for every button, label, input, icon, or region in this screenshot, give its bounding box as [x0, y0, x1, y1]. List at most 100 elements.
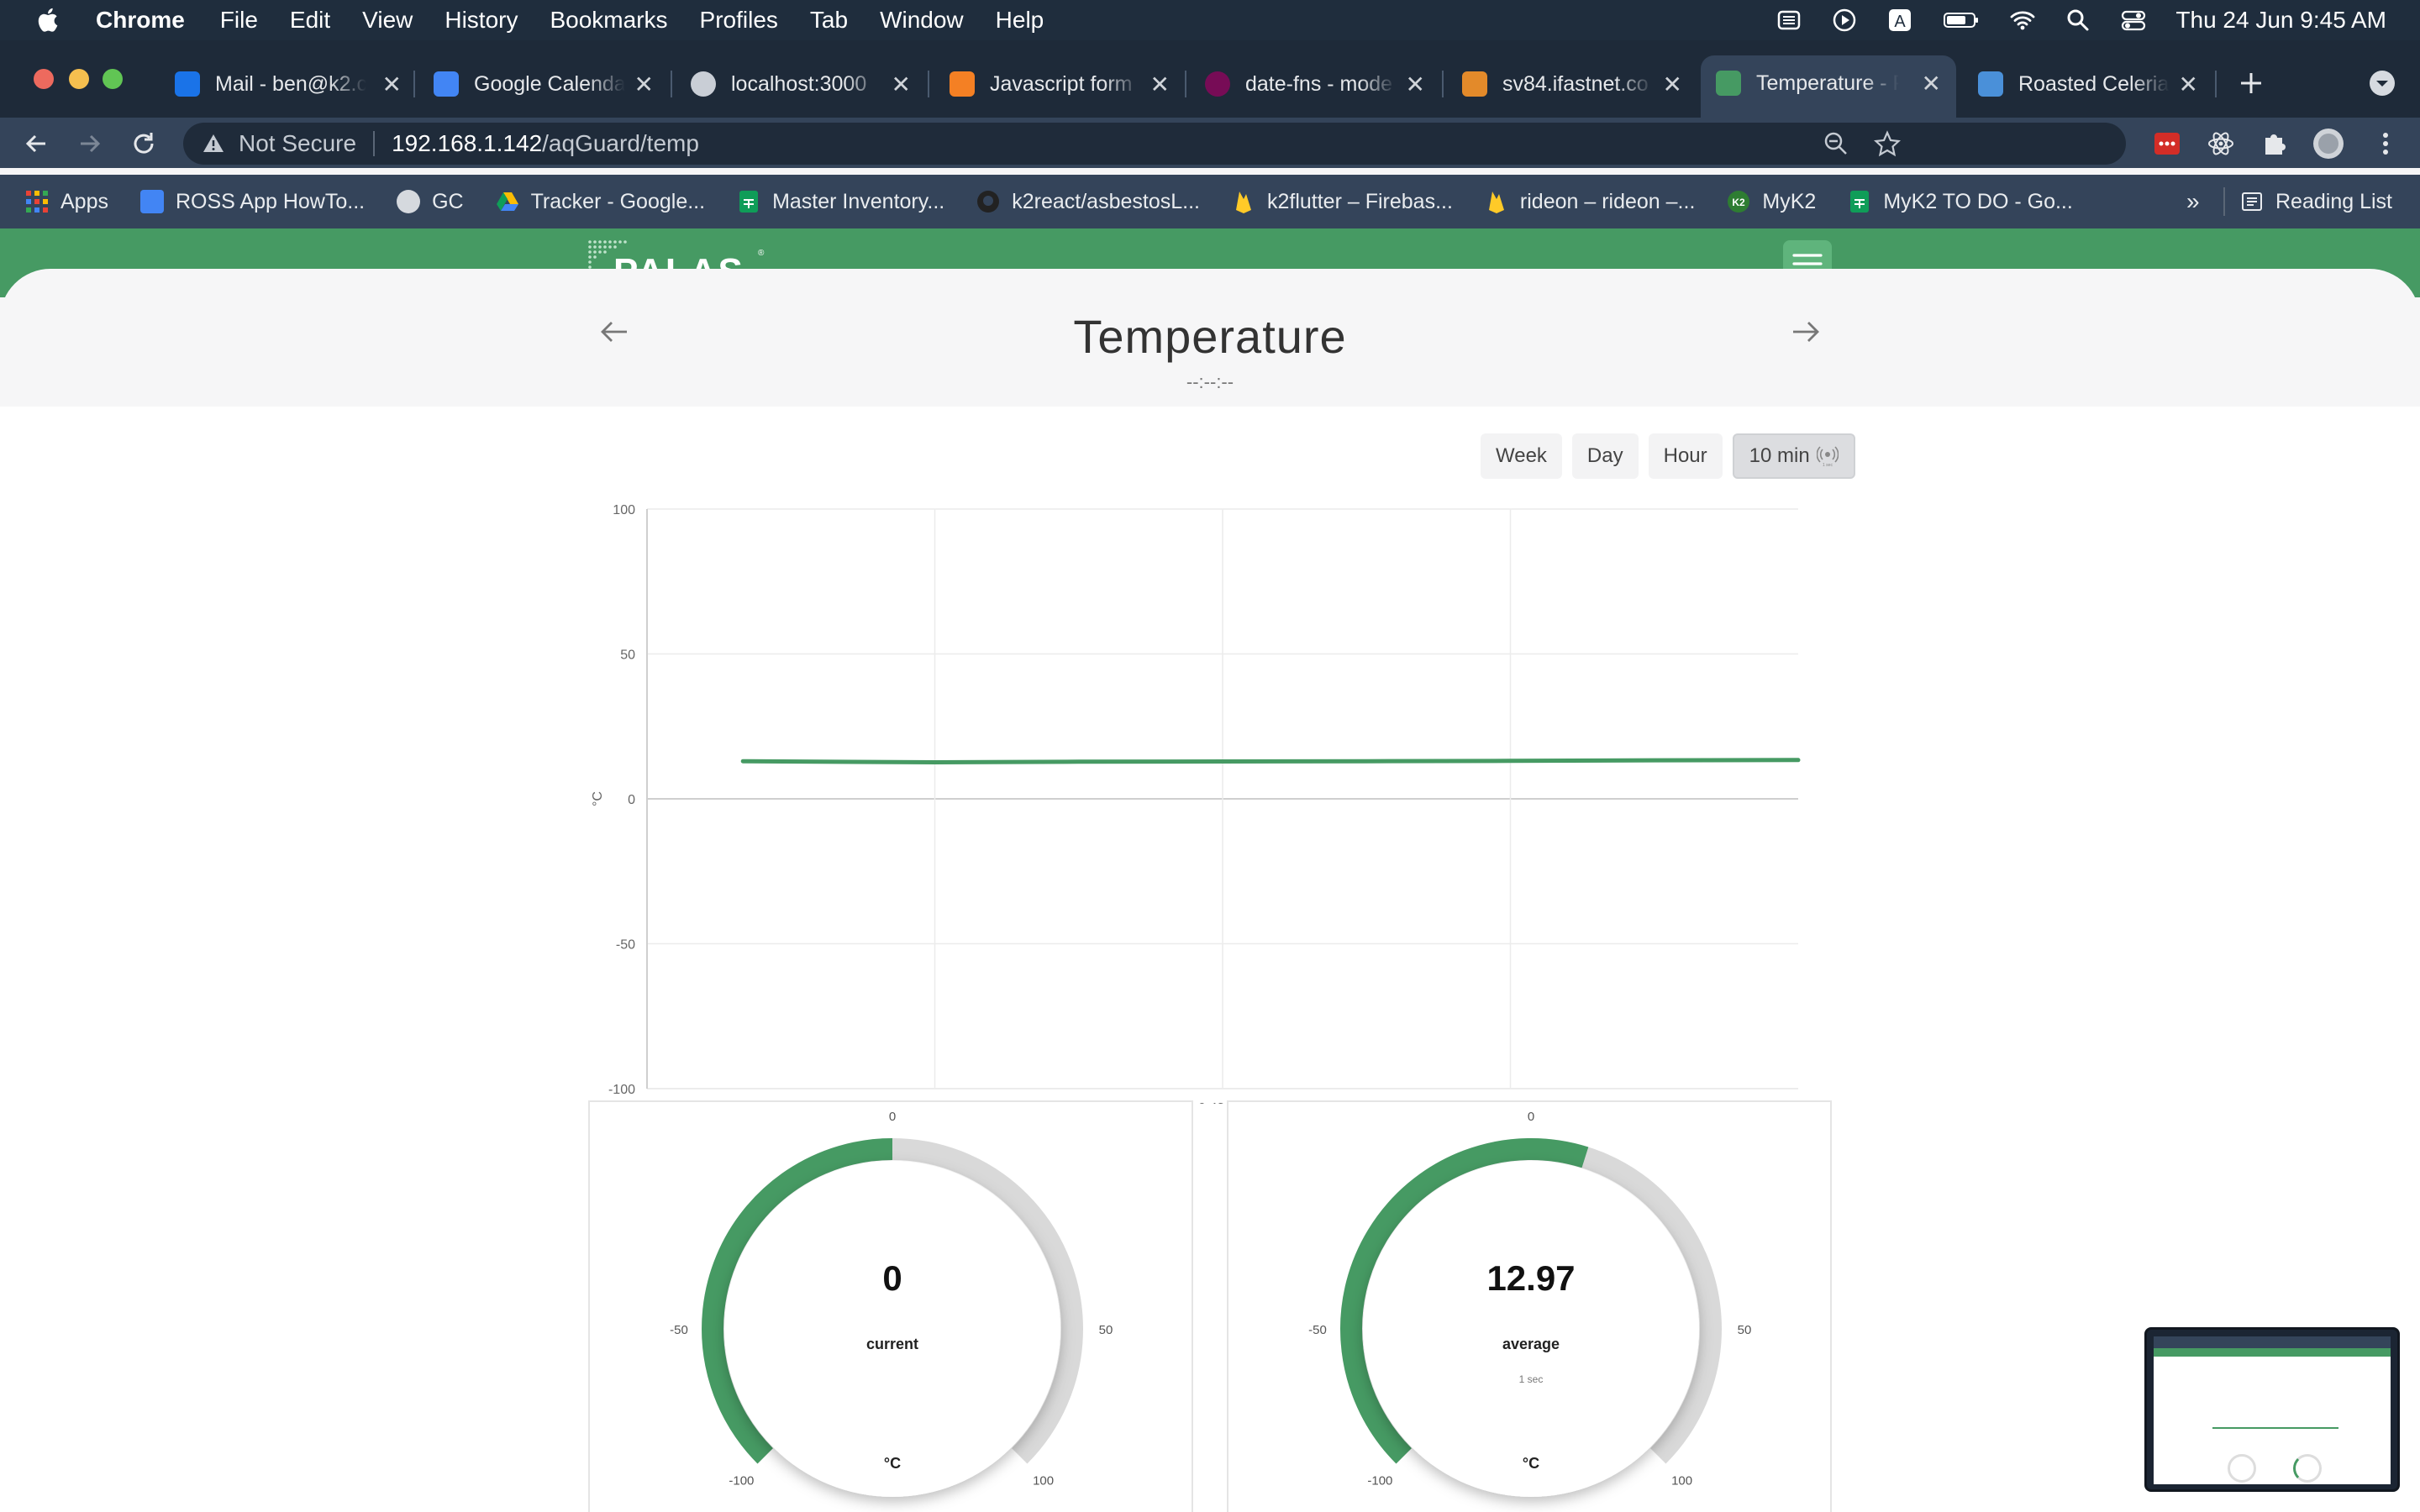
gauge-dial-face [1363, 1161, 1699, 1497]
tab-separator [413, 71, 415, 97]
tab-close-icon[interactable]: ✕ [892, 71, 911, 98]
tab-localhost[interactable]: localhost:3000 ✕ [691, 60, 911, 108]
tab-roasted-celeriac[interactable]: Roasted Celeria ✕ [1978, 60, 2198, 108]
tab-ifastnet[interactable]: sv84.ifastnet.co ✕ [1462, 60, 1682, 108]
chrome-menu-kebab-icon[interactable] [2371, 129, 2400, 158]
temperature-series-line [740, 758, 1801, 765]
bookmark-k2flutter[interactable]: k2flutter – Firebas... [1232, 190, 1453, 214]
bookmark-label: rideon – rideon –... [1519, 189, 1696, 213]
menu-history[interactable]: History [445, 7, 518, 34]
bookmark-k2react[interactable]: k2react/asbestosL... [976, 190, 1200, 214]
bookmark-label: ROSS App HowTo... [175, 189, 366, 213]
reading-list-button[interactable]: Reading List [2240, 190, 2392, 214]
tab-close-icon[interactable]: ✕ [1922, 70, 1941, 97]
url-path[interactable]: /aqGuard/temp [542, 130, 699, 157]
bookmark-master-inventory[interactable]: Master Inventory... [737, 190, 944, 214]
menu-app-chrome[interactable]: Chrome [96, 7, 185, 34]
tab-close-icon[interactable]: ✕ [382, 71, 402, 98]
tab-close-icon[interactable]: ✕ [634, 71, 654, 98]
back-arrow-icon[interactable] [22, 129, 50, 158]
bookmark-rideon[interactable]: rideon – rideon –... [1485, 190, 1695, 214]
palas-icon [1716, 71, 1741, 96]
zoom-out-icon[interactable] [1823, 131, 1849, 156]
gauge-tick-label: -50 [670, 1323, 688, 1337]
next-arrow-icon[interactable] [1785, 311, 1827, 353]
google-sheets-icon [739, 191, 759, 213]
menu-window[interactable]: Window [880, 7, 964, 34]
gauge-label: current [866, 1336, 918, 1352]
temperature-line-chart: 100500-50-100 9:41 pm9:42 pm9:43 pm9:44 … [591, 503, 1801, 1104]
bookmark-gc[interactable]: GC [397, 190, 464, 214]
menubar-clock[interactable]: Thu 24 Jun 9:45 AM [2175, 7, 2386, 34]
tab-title: Google Calendar [474, 71, 625, 96]
menu-help[interactable]: Help [996, 7, 1044, 34]
control-center-icon[interactable] [2120, 7, 2147, 34]
address-bar[interactable]: Not Secure 192.168.1.142/aqGuard/temp [183, 123, 2126, 165]
keyboard-layout-icon[interactable] [1776, 7, 1802, 34]
globe-icon [691, 71, 716, 97]
menu-bookmarks[interactable]: Bookmarks [550, 7, 667, 34]
bookmark-tracker[interactable]: Tracker - Google... [496, 190, 705, 214]
apple-icon[interactable] [34, 5, 64, 35]
bookmark-ross-app[interactable]: ROSS App HowTo... [139, 189, 366, 214]
google-sheets-icon [1850, 191, 1870, 213]
gauge-tick-label: -50 [1308, 1323, 1327, 1337]
extensions-puzzle-icon[interactable] [2260, 129, 2289, 158]
tab-search-chevron-icon[interactable] [2368, 69, 2396, 97]
web-page: PALAS ® Temperature --:--:-- Week Day Ho… [0, 228, 2420, 1512]
range-week-button[interactable]: Week [1481, 433, 1562, 479]
input-source-a-icon[interactable]: A [1886, 7, 1913, 34]
window-minimize-button[interactable] [69, 69, 89, 89]
y-tick-label: -50 [616, 938, 635, 953]
gauge-tick-label: 100 [1671, 1474, 1692, 1488]
tab-separator [2215, 71, 2217, 97]
menu-file[interactable]: File [220, 7, 258, 34]
tab-mail[interactable]: Mail - ben@k2.c ✕ [175, 60, 402, 108]
bookmark-star-icon[interactable] [1874, 130, 1901, 157]
tab-separator [1185, 71, 1186, 97]
average-gauge: -100 -50 0 50 100 12.97 average 1 sec °C [1308, 1110, 1751, 1497]
chart-grid [646, 508, 1798, 1089]
bookmark-myk2-todo[interactable]: MyK2 TO DO - Go... [1848, 190, 2073, 214]
menu-profiles[interactable]: Profiles [700, 7, 778, 34]
bookmark-apps[interactable]: Apps [25, 190, 108, 214]
k2-logo-icon: K2 [1728, 191, 1750, 213]
forward-arrow-icon[interactable] [76, 129, 104, 158]
range-hour-button[interactable]: Hour [1648, 433, 1723, 479]
profile-avatar[interactable] [2312, 128, 2344, 160]
menu-edit[interactable]: Edit [290, 7, 330, 34]
warning-triangle-icon[interactable] [202, 132, 225, 155]
play-circle-icon[interactable] [1831, 7, 1858, 34]
range-day-button[interactable]: Day [1571, 433, 1639, 479]
new-tab-plus-icon[interactable] [2237, 69, 2265, 97]
not-secure-label[interactable]: Not Secure [239, 130, 356, 157]
tab-stackoverflow[interactable]: Javascript form ✕ [950, 60, 1170, 108]
window-close-button[interactable] [34, 69, 54, 89]
tab-close-icon[interactable]: ✕ [2179, 71, 2198, 98]
current-gauge-card: -100 -50 0 50 100 0 current °C [588, 1100, 1193, 1512]
gauge-tick-label: 100 [1033, 1474, 1054, 1488]
range-10min-button[interactable]: 10 min 1 sec [1732, 433, 1855, 479]
bookmark-myk2[interactable]: K2 MyK2 [1727, 190, 1816, 214]
menu-tab[interactable]: Tab [810, 7, 848, 34]
window-zoom-button[interactable] [103, 69, 123, 89]
bookmarks-overflow-chevron[interactable]: » [2186, 188, 2200, 215]
lastpass-extension-icon[interactable] [2153, 129, 2181, 158]
reload-icon[interactable] [129, 129, 158, 158]
tab-title: sv84.ifastnet.co [1502, 71, 1649, 96]
reading-list-label: Reading List [2275, 189, 2392, 213]
tab-date-fns[interactable]: date-fns - mode ✕ [1205, 60, 1425, 108]
wifi-icon[interactable] [2009, 7, 2036, 34]
screenshot-preview-thumbnail[interactable] [2144, 1327, 2400, 1492]
react-devtools-icon[interactable] [2207, 129, 2235, 158]
tab-google-calendar[interactable]: Google Calendar ✕ [434, 60, 654, 108]
url-host[interactable]: 192.168.1.142 [392, 130, 542, 157]
menu-view[interactable]: View [362, 7, 413, 34]
tab-close-icon[interactable]: ✕ [1406, 71, 1425, 98]
spotlight-search-icon[interactable] [2065, 7, 2091, 34]
tab-close-icon[interactable]: ✕ [1150, 71, 1170, 98]
tab-close-icon[interactable]: ✕ [1663, 71, 1682, 98]
bookmarks-bar: Apps ROSS App HowTo... GC Tracker - Goog… [0, 175, 2420, 228]
battery-icon[interactable] [1942, 7, 1981, 34]
current-gauge: -100 -50 0 50 100 0 current °C [670, 1110, 1113, 1497]
